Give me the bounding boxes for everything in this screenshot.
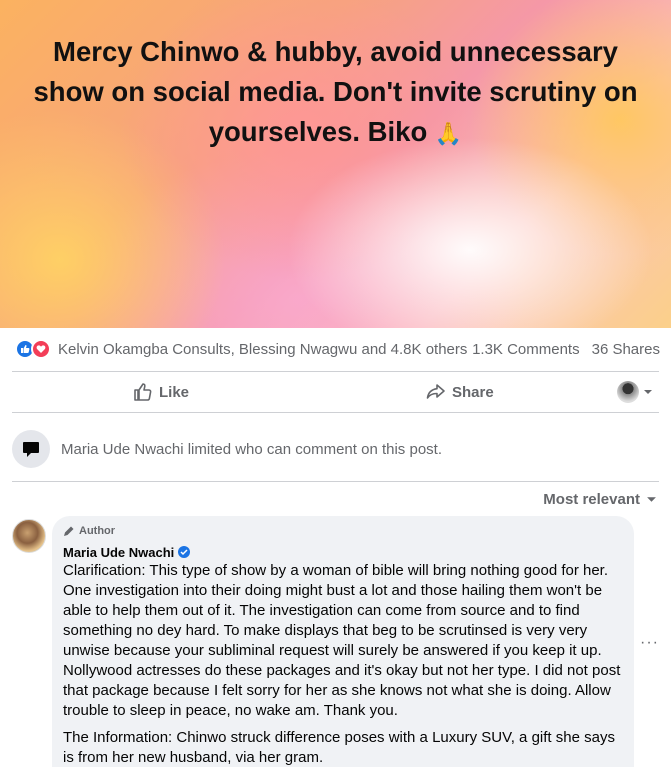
commenter-avatar[interactable] bbox=[12, 519, 46, 553]
comment-sort-dropdown[interactable]: Most relevant bbox=[543, 491, 657, 508]
avatar bbox=[617, 381, 639, 403]
comment-limit-text: Maria Ude Nwachi limited who can comment… bbox=[61, 440, 442, 458]
comment-bubble: Author Maria Ude Nwachi Clarification: T… bbox=[52, 516, 634, 767]
pencil-icon bbox=[64, 526, 74, 536]
comments-count[interactable]: 1.3K Comments bbox=[472, 341, 580, 358]
share-arrow-icon bbox=[426, 384, 445, 399]
post-text: Mercy Chinwo & hubby, avoid unnecessary … bbox=[33, 36, 638, 147]
author-badge: Author bbox=[63, 523, 622, 539]
speech-bubble-icon bbox=[12, 430, 50, 468]
more-options-icon[interactable]: ··· bbox=[640, 634, 659, 652]
like-label: Like bbox=[159, 383, 190, 401]
chevron-down-icon bbox=[647, 497, 656, 502]
action-bar: Like Share bbox=[0, 372, 671, 412]
shares-count[interactable]: 36 Shares bbox=[592, 341, 660, 358]
divider bbox=[12, 412, 659, 413]
comment-paragraph: Clarification: This type of show by a wo… bbox=[63, 562, 621, 719]
share-label: Share bbox=[452, 383, 494, 401]
post-text-container: Mercy Chinwo & hubby, avoid unnecessary … bbox=[20, 32, 651, 155]
post-background: Mercy Chinwo & hubby, avoid unnecessary … bbox=[0, 0, 671, 328]
comment-body: Clarification: This type of show by a wo… bbox=[63, 561, 622, 767]
commenter-name[interactable]: Maria Ude Nwachi bbox=[63, 544, 622, 560]
reaction-audience-selector[interactable] bbox=[617, 381, 653, 403]
divider bbox=[12, 481, 659, 482]
thumbs-up-icon bbox=[134, 383, 152, 401]
verified-badge-icon bbox=[178, 546, 191, 558]
reaction-icons[interactable] bbox=[15, 339, 51, 359]
commenter-name-text: Maria Ude Nwachi bbox=[63, 544, 175, 560]
comment-limit-notice: Maria Ude Nwachi limited who can comment… bbox=[0, 420, 671, 478]
share-button[interactable]: Share bbox=[426, 372, 494, 412]
author-badge-label: Author bbox=[79, 525, 116, 537]
sort-label: Most relevant bbox=[543, 491, 640, 508]
comment-paragraph: The Information: Chinwo struck differenc… bbox=[63, 729, 615, 766]
praying-hands-emoji: 🙏 bbox=[434, 122, 463, 147]
love-reaction-icon bbox=[31, 339, 51, 359]
reactions-bar: Kelvin Okamgba Consults, Blessing Nwagwu… bbox=[0, 328, 671, 370]
like-button[interactable]: Like bbox=[133, 372, 189, 412]
chevron-down-icon bbox=[644, 390, 652, 394]
reactors-names[interactable]: Kelvin Okamgba Consults, Blessing Nwagwu… bbox=[58, 341, 472, 358]
